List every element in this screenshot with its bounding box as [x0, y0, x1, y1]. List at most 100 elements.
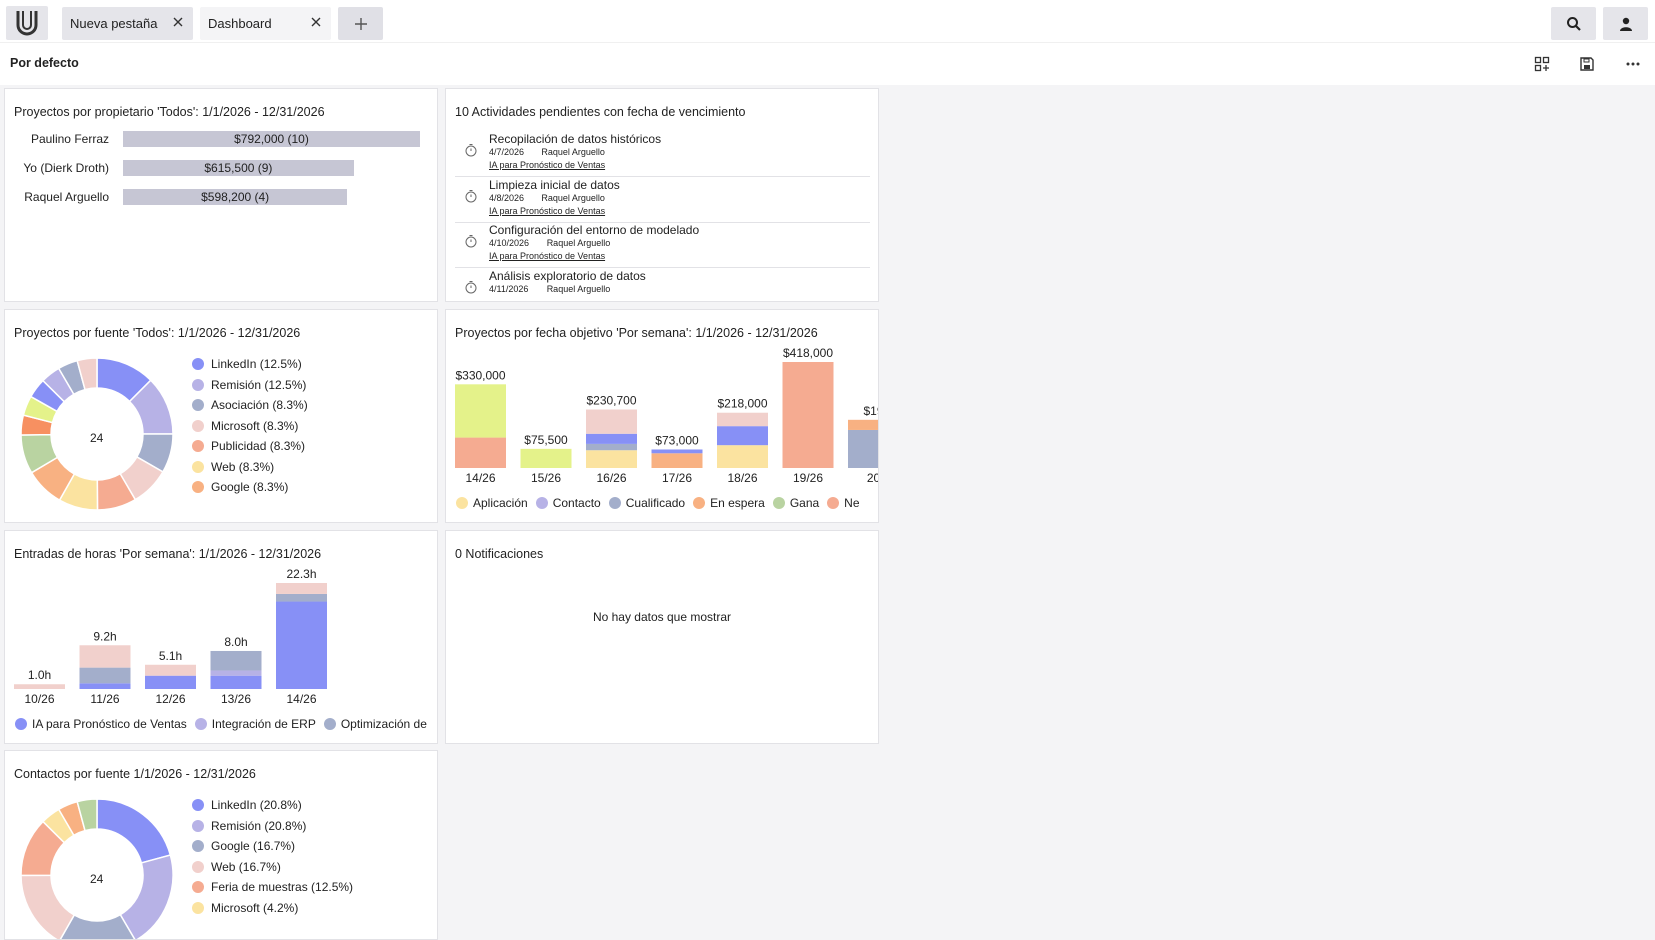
legend-item[interactable]: Google (8.3%) [192, 477, 308, 498]
legend-label: Cualificado [625, 496, 686, 510]
legend-swatch [15, 718, 27, 730]
tab-label: Dashboard [208, 16, 272, 31]
bar-segment [455, 384, 506, 438]
legend-label: Publicidad (8.3%) [211, 439, 306, 454]
hour-entries-bar-chart: 1.0h 10/26 9.2h 11/26 5.1h 12/26 8.0h 13/26 22.3… [14, 569, 327, 706]
projects-by-source-card[interactable]: Proyectos por fuente 'Todos': 1/1/2026 -… [4, 309, 438, 523]
bar[interactable]: $792,000 (10) [123, 131, 420, 147]
close-icon[interactable] [171, 15, 185, 29]
legend-item[interactable]: Web (16.7%) [192, 857, 353, 878]
legend-item[interactable]: LinkedIn (20.8%) [192, 795, 353, 816]
legend-item[interactable]: Remisión (20.8%) [192, 816, 353, 837]
projects-by-owner-card[interactable]: Proyectos por propietario 'Todos': 1/1/2… [4, 88, 438, 302]
more-horizontal-icon [1626, 62, 1640, 66]
legend-item[interactable]: Contacto [535, 496, 601, 510]
bar[interactable]: $598,200 (4) [123, 189, 348, 205]
app-logo[interactable] [6, 6, 48, 40]
bar-segment [276, 601, 327, 689]
target-date-legend: Aplicación Contacto Cualificado En espera Ga… [456, 496, 868, 510]
activity-project-link[interactable]: IA para Pronóstico de Ventas [489, 206, 605, 216]
add-widget-button[interactable] [1531, 53, 1553, 75]
legend-swatch [192, 860, 204, 873]
timer-icon [465, 280, 477, 293]
bar-total-label: $218,000 [717, 397, 767, 411]
legend-label: Google (8.3%) [211, 480, 289, 495]
legend-item[interactable]: Feria de muestras (12.5%) [192, 877, 353, 898]
notifications-card[interactable]: 0 Notificaciones No hay datos que mostra… [445, 530, 879, 744]
projects-by-target-date-card[interactable]: Proyectos por fecha objetivo 'Por semana… [445, 309, 879, 523]
bar-total-label: 5.1h [159, 649, 182, 663]
legend-swatch [192, 840, 204, 853]
contacts-legend: LinkedIn (20.8%) Remisión (20.8%) Google (… [192, 795, 353, 918]
legend-item[interactable]: IA para Pronóstico de Ventas [15, 717, 187, 731]
contacts-by-source-card[interactable]: Contactos por fuente 1/1/2026 - 12/31/20… [4, 750, 438, 940]
legend-label: Microsoft (4.2%) [211, 900, 299, 915]
legend-item[interactable]: Optimización de [323, 717, 427, 731]
legend-item[interactable]: Web (8.3%) [192, 457, 308, 478]
legend-swatch [535, 497, 548, 509]
user-button[interactable] [1603, 7, 1648, 40]
legend-item[interactable]: Microsoft (8.3%) [192, 416, 308, 437]
bar-segment [586, 433, 637, 444]
legend-label: LinkedIn (20.8%) [211, 798, 302, 813]
activity-date: 4/8/2026 [489, 192, 525, 203]
legend-item[interactable]: Google (16.7%) [192, 836, 353, 857]
legend-swatch [772, 497, 785, 509]
activity-item[interactable]: Recopilación de datos históricos 4/7/2026… [455, 132, 870, 177]
activity-title: Análisis exploratorio de datos [489, 268, 646, 283]
legend-swatch [194, 718, 207, 730]
legend-swatch [192, 358, 204, 371]
legend-swatch [192, 819, 204, 832]
legend-label: Asociación (8.3%) [211, 398, 308, 413]
activity-project-link[interactable]: IA para Pronóstico de Ventas [489, 251, 605, 261]
save-button[interactable] [1576, 53, 1598, 75]
legend-label: Gana [789, 496, 820, 510]
card-title: Entradas de horas 'Por semana': 1/1/2026… [14, 547, 322, 561]
legend-label: LinkedIn (12.5%) [211, 357, 302, 372]
legend-label: Optimización de [340, 717, 427, 731]
legend-item[interactable]: Remisión (12.5%) [192, 375, 308, 396]
legend-item[interactable]: En espera [693, 496, 765, 510]
bar-value-label: $598,200 (4) [201, 190, 270, 204]
legend-item[interactable]: LinkedIn (12.5%) [192, 354, 308, 375]
tab-label: Nueva pestaña [70, 16, 158, 31]
activity-project-link[interactable]: IA para Pronóstico de Ventas [489, 160, 605, 170]
legend-label: IA para Pronóstico de Ventas [32, 717, 187, 731]
legend-item[interactable]: Aplicación [456, 496, 528, 510]
legend-item[interactable]: Ne [827, 496, 860, 510]
bar[interactable]: $615,500 (9) [123, 160, 354, 176]
bar-segment [276, 583, 327, 594]
activity-title: Recopilación de datos históricos [489, 132, 662, 146]
bar-segment [586, 409, 637, 434]
x-tick-label: 10/26 [24, 692, 54, 706]
activity-date: 4/11/2026 [489, 283, 529, 294]
tab-dashboard[interactable]: Dashboard [200, 7, 331, 40]
timer-icon [465, 189, 477, 202]
activity-item[interactable]: Limpieza inicial de datos 4/8/2026 Raquel … [455, 178, 870, 223]
legend-item[interactable]: Cualificado [608, 496, 686, 510]
legend-label: Integración de ERP [211, 717, 316, 731]
pending-activities-card[interactable]: 10 Actividades pendientes con fecha de v… [445, 88, 879, 302]
activity-item[interactable]: Configuración del entorno de modelado 4/1… [455, 223, 870, 268]
legend-item[interactable]: Gana [772, 496, 820, 510]
bar-value-label: $792,000 (10) [234, 132, 309, 146]
more-options-button[interactable] [1622, 53, 1644, 75]
legend-item[interactable]: Asociación (8.3%) [192, 395, 308, 416]
close-icon[interactable] [309, 15, 323, 29]
legend-item[interactable]: Integración de ERP [194, 717, 316, 731]
logo-icon [16, 11, 38, 36]
tab-nueva-pestana[interactable]: Nueva pestaña [62, 7, 193, 40]
legend-item[interactable]: Publicidad (8.3%) [192, 436, 308, 457]
legend-swatch [192, 460, 204, 473]
legend-label: Contacto [552, 496, 601, 510]
new-tab-button[interactable] [338, 7, 383, 40]
hour-entries-card[interactable]: Entradas de horas 'Por semana': 1/1/2026… [4, 530, 438, 744]
x-tick-label: 19/26 [793, 471, 823, 485]
legend-swatch [192, 378, 204, 391]
bar-total-label: $230,700 [586, 393, 636, 407]
legend-item[interactable]: Microsoft (4.2%) [192, 898, 353, 919]
activity-item[interactable]: Análisis exploratorio de datos 4/11/2026 R… [455, 268, 870, 302]
search-button[interactable] [1551, 7, 1596, 40]
bar-segment [717, 445, 768, 468]
source-legend: LinkedIn (12.5%) Remisión (12.5%) Asociaci… [192, 354, 308, 498]
